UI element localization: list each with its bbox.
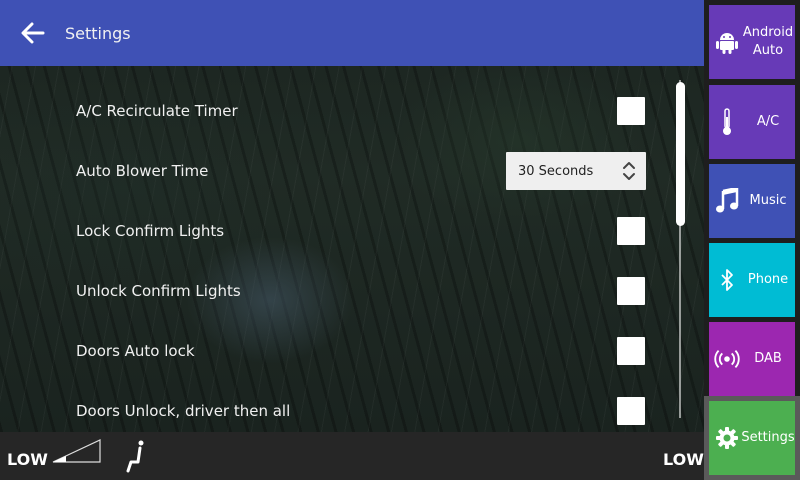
lock-confirm-lights-checkbox[interactable]: [617, 217, 645, 245]
fan-speed-left[interactable]: LOW: [7, 450, 48, 469]
settings-row-unlock-confirm: Unlock Confirm Lights: [0, 261, 670, 321]
nav-music[interactable]: Music: [709, 164, 795, 238]
auto-blower-time-select[interactable]: 30 Seconds: [506, 152, 646, 190]
nav-label: Music: [749, 193, 787, 208]
back-arrow-icon: [21, 22, 45, 44]
nav-label: Settings: [741, 430, 795, 445]
settings-row-lock-confirm: Lock Confirm Lights: [0, 201, 670, 261]
setting-label: Doors Unlock, driver then all: [76, 402, 291, 420]
fan-level-wedge-icon[interactable]: [52, 438, 102, 464]
music-note-icon: [713, 164, 741, 238]
doors-unlock-driver-checkbox[interactable]: [617, 397, 645, 425]
app-bar: Settings: [0, 0, 704, 66]
gear-icon: [713, 401, 741, 475]
unlock-confirm-lights-checkbox[interactable]: [617, 277, 645, 305]
settings-row-ac-recirculate: A/C Recirculate Timer: [0, 81, 670, 141]
nav-label: A/C: [756, 114, 780, 129]
nav-phone[interactable]: Phone: [709, 243, 795, 317]
nav-android-auto[interactable]: Android Auto: [709, 5, 795, 79]
setting-label: Lock Confirm Lights: [76, 222, 225, 240]
back-button[interactable]: [0, 0, 66, 66]
nav-dab[interactable]: DAB: [709, 322, 795, 396]
setting-label: A/C Recirculate Timer: [76, 102, 238, 120]
bluetooth-icon: [713, 243, 741, 317]
thermometer-icon: [713, 85, 741, 159]
android-icon: [713, 5, 741, 79]
setting-label: Unlock Confirm Lights: [76, 282, 241, 300]
seat-icon[interactable]: [122, 440, 148, 474]
settings-row-auto-blower: Auto Blower Time 30 Seconds: [0, 141, 670, 201]
fan-speed-right[interactable]: LOW: [663, 450, 704, 469]
doors-auto-lock-checkbox[interactable]: [617, 337, 645, 365]
climate-bottom-bar: [0, 432, 704, 480]
updown-chevron-icon: [623, 162, 635, 180]
nav-label: Phone: [747, 272, 789, 287]
settings-list: A/C Recirculate Timer Auto Blower Time 3…: [0, 81, 670, 441]
ac-recirculate-timer-checkbox[interactable]: [617, 97, 645, 125]
setting-label: Doors Auto lock: [76, 342, 195, 360]
scrollbar-thumb[interactable]: [676, 82, 685, 226]
nav-label: Android Auto: [742, 25, 794, 58]
nav-ac[interactable]: A/C: [709, 85, 795, 159]
nav-settings[interactable]: Settings: [709, 401, 795, 475]
select-value: 30 Seconds: [518, 163, 594, 179]
setting-label: Auto Blower Time: [76, 162, 209, 180]
radio-broadcast-icon: [713, 322, 741, 396]
nav-label: DAB: [754, 351, 782, 366]
page-title: Settings: [65, 23, 131, 43]
right-nav: Android Auto A/C Music Phone DAB Setting…: [704, 0, 800, 480]
settings-row-doors-auto-lock: Doors Auto lock: [0, 321, 670, 381]
